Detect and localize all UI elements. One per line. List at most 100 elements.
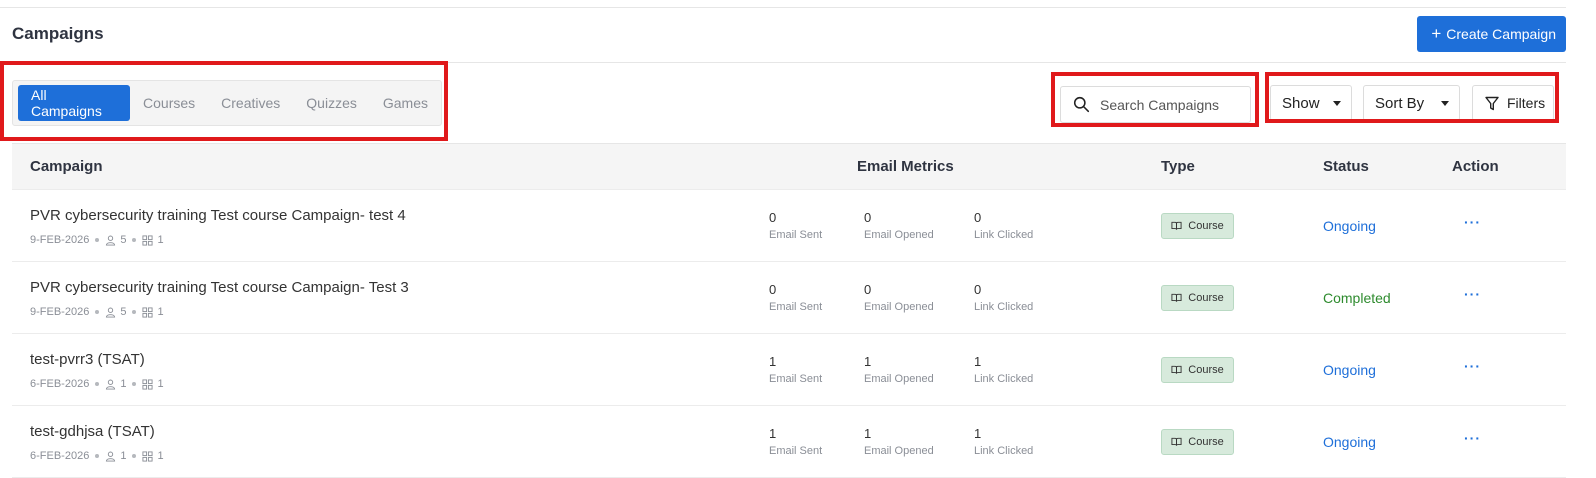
page-header: Campaigns + Create Campaign [12,16,1566,52]
link-clicked-value: 1 [974,426,982,441]
metric-email-opened: 0 Email Opened [864,282,934,313]
table-row[interactable]: test-pvrr3 (TSAT) 6-FEB-2026 1 1 1 Email… [12,334,1566,406]
metric-email-sent: 0 Email Sent [769,282,822,313]
table-header: Campaign Email Metrics Type Status Actio… [12,144,1566,190]
more-actions-icon[interactable]: ··· [1464,358,1481,374]
type-label: Course [1188,364,1224,376]
metric-email-opened: 1 Email Opened [864,426,934,457]
email-sent-value: 0 [769,282,777,297]
modules-grid-icon [142,378,153,390]
table-row[interactable]: PVR cybersecurity training Test course C… [12,190,1566,262]
separator-dot [132,382,137,386]
metric-email-opened: 0 Email Opened [864,210,934,241]
link-clicked-label: Link Clicked [974,229,1034,241]
show-dropdown[interactable]: Show [1270,85,1352,121]
campaign-date: 6-FEB-2026 [30,378,90,390]
metric-link-clicked: 0 Link Clicked [974,282,1033,313]
email-opened-label: Email Opened [864,229,934,241]
tab-courses[interactable]: Courses [130,85,208,121]
user-icon [106,307,116,318]
email-opened-value: 1 [864,354,872,369]
metric-email-sent: 0 Email Sent [769,210,822,241]
campaign-module-count: 1 [157,450,164,462]
separator-dot [132,238,137,242]
email-sent-value: 1 [769,354,777,369]
header-divider [0,62,1566,63]
email-sent-label: Email Sent [769,445,823,457]
top-divider [0,7,1566,8]
separator-dot [95,454,100,458]
email-opened-value: 0 [864,210,872,225]
search-input[interactable] [1100,96,1240,113]
type-label: Course [1188,292,1224,304]
table-row[interactable]: PVR cybersecurity training Test course C… [12,262,1566,334]
tab-creatives[interactable]: Creatives [208,85,293,121]
filters-button[interactable]: Filters [1472,85,1554,121]
type-label: Course [1188,220,1224,232]
column-header-campaign: Campaign [30,158,103,175]
email-sent-label: Email Sent [769,373,823,385]
modules-grid-icon [142,234,153,246]
metric-link-clicked: 0 Link Clicked [974,210,1033,241]
campaign-name[interactable]: test-pvrr3 (TSAT) [30,351,145,368]
more-actions-icon[interactable]: ··· [1464,430,1481,446]
user-icon [106,379,116,390]
tab-all-campaigns[interactable]: All Campaigns [18,85,131,121]
email-sent-value: 1 [769,426,777,441]
campaign-name[interactable]: PVR cybersecurity training Test course C… [30,207,406,224]
caret-down-icon [1333,101,1341,106]
type-badge: Course [1161,213,1234,239]
type-badge: Course [1161,357,1234,383]
campaign-name[interactable]: test-gdhjsa (TSAT) [30,423,155,440]
sort-by-dropdown[interactable]: Sort By [1363,85,1460,121]
tab-quizzes[interactable]: Quizzes [293,85,370,121]
campaign-module-count: 1 [157,306,164,318]
link-clicked-value: 1 [974,354,982,369]
funnel-icon [1485,96,1499,110]
metric-link-clicked: 1 Link Clicked [974,354,1033,385]
column-header-status: Status [1323,158,1369,175]
separator-dot [95,310,100,314]
modules-grid-icon [142,450,153,462]
separator-dot [132,310,137,314]
book-icon [1171,437,1182,446]
campaign-name[interactable]: PVR cybersecurity training Test course C… [30,279,409,296]
link-clicked-value: 0 [974,210,982,225]
user-icon [106,451,116,462]
campaign-meta: 9-FEB-2026 5 1 [30,306,164,318]
link-clicked-label: Link Clicked [974,445,1034,457]
type-badge: Course [1161,429,1234,455]
email-sent-label: Email Sent [769,229,823,241]
create-campaign-label: Create Campaign [1446,26,1556,42]
tab-games[interactable]: Games [370,85,441,121]
campaign-user-count: 5 [120,306,127,318]
campaign-user-count: 1 [120,450,127,462]
user-icon [106,235,116,246]
more-actions-icon[interactable]: ··· [1464,214,1481,230]
status-text: Ongoing [1323,218,1376,234]
sort-by-label: Sort By [1375,94,1425,112]
more-actions-icon[interactable]: ··· [1464,286,1481,302]
email-opened-label: Email Opened [864,373,934,385]
campaign-module-count: 1 [157,234,164,246]
email-opened-label: Email Opened [864,445,934,457]
metric-link-clicked: 1 Link Clicked [974,426,1033,457]
search-box [1060,86,1251,123]
campaign-user-count: 5 [120,234,127,246]
separator-dot [95,382,100,386]
caret-down-icon [1441,101,1449,106]
create-campaign-button[interactable]: + Create Campaign [1417,16,1566,52]
campaign-date: 9-FEB-2026 [30,234,90,246]
table-row[interactable]: test-gdhjsa (TSAT) 6-FEB-2026 1 1 1 Emai… [12,406,1566,478]
column-header-email-metrics: Email Metrics [857,158,954,175]
metric-email-sent: 1 Email Sent [769,426,822,457]
type-badge: Course [1161,285,1234,311]
search-icon [1073,96,1090,113]
separator-dot [132,454,137,458]
campaign-type-tabs: All Campaigns Courses Creatives Quizzes … [12,80,442,126]
show-dropdown-label: Show [1282,94,1320,112]
metric-email-sent: 1 Email Sent [769,354,822,385]
status-text: Ongoing [1323,434,1376,450]
campaigns-table: Campaign Email Metrics Type Status Actio… [12,143,1566,478]
campaign-user-count: 1 [120,378,127,390]
